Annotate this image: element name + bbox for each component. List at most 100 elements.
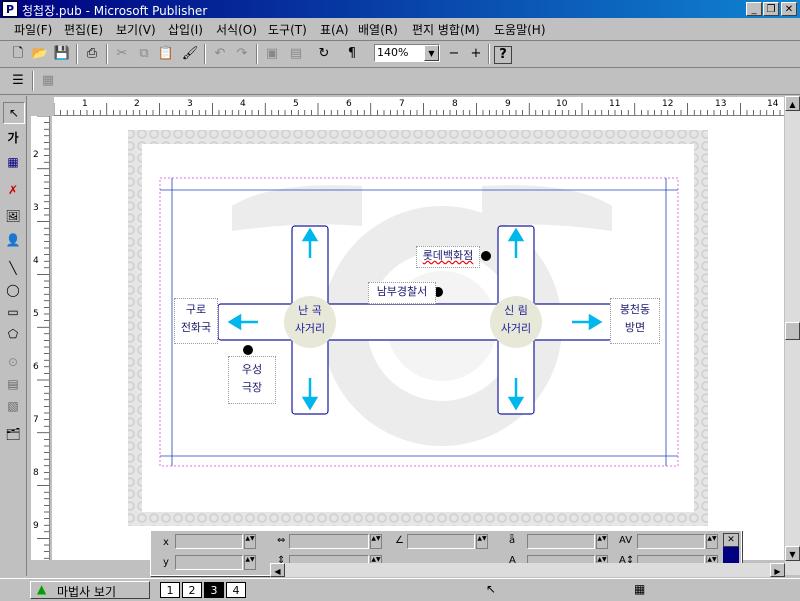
menu-format[interactable]: 서식(O)	[216, 21, 257, 38]
rotate-icon[interactable]: ↻	[314, 44, 334, 64]
cut-icon[interactable]: ✂	[112, 44, 132, 64]
open-icon[interactable]: 📂	[30, 44, 50, 64]
pilcrow-icon[interactable]: ¶	[342, 44, 362, 64]
ruler-corner	[31, 97, 53, 115]
design-gallery-icon[interactable]: ▧	[3, 396, 23, 416]
ruler-label: 2	[134, 99, 140, 109]
label-box[interactable]: 우성 극장	[228, 356, 276, 404]
vertical-ruler[interactable]: 2 3 4 5 6 7 8 9	[31, 116, 50, 560]
rotation-field[interactable]	[407, 534, 475, 549]
page-button-1[interactable]: 1	[160, 582, 180, 598]
label-box[interactable]: 봉천동 방면	[610, 298, 660, 344]
horizontal-scrollbar[interactable]: ◀ ▶	[270, 563, 785, 577]
restore-button[interactable]: ❐	[763, 2, 779, 16]
menu-mail-merge[interactable]: 편지 병합(M)	[412, 21, 480, 38]
police-label: 남부경찰서	[376, 285, 428, 298]
width-field[interactable]	[289, 534, 369, 549]
html-code-icon[interactable]: ▤	[3, 374, 23, 394]
toolbar-separator	[488, 44, 490, 64]
print-icon[interactable]: ⎙	[82, 44, 102, 64]
toolbar-separator	[76, 44, 78, 64]
ruler-label: 3	[187, 99, 193, 109]
width-spinner[interactable]: ▲▼	[370, 534, 382, 549]
pointer-icon[interactable]: ↖	[3, 102, 25, 124]
kerning-spinner[interactable]: ▲▼	[706, 534, 718, 549]
line-tool-icon[interactable]: ╲	[3, 258, 23, 278]
font-size-icon: ǟ	[509, 535, 516, 546]
scroll-down-button[interactable]: ▼	[785, 546, 800, 561]
form-control-icon[interactable]: ⊙	[3, 352, 23, 372]
menu-tools[interactable]: 도구(T)	[268, 21, 307, 38]
undo-icon[interactable]: ↶	[210, 44, 230, 64]
rectangle-tool-icon[interactable]: ▭	[3, 302, 23, 322]
zoom-out-icon[interactable]: −	[444, 44, 464, 64]
new-icon[interactable]: 🗋	[8, 44, 28, 64]
theater-label-2: 극장	[241, 381, 263, 394]
text-frame-icon[interactable]: 가	[3, 128, 23, 148]
wordart-icon[interactable]: ✗	[3, 180, 23, 200]
toolbar-separator	[256, 44, 258, 64]
ruler-label: 4	[33, 256, 39, 266]
properties-icon[interactable]: ▦	[38, 71, 58, 91]
label-box[interactable]: 롯데백화점	[416, 246, 480, 268]
menu-help[interactable]: 도움말(H)	[494, 21, 546, 38]
picture-frame-icon[interactable]: 🖼	[3, 206, 23, 226]
text-scale-spinner[interactable]: ▲▼	[596, 534, 608, 549]
scroll-right-button[interactable]: ▶	[770, 563, 785, 577]
page-button-3-current[interactable]: 3	[204, 582, 224, 598]
chevron-down-icon[interactable]: ▼	[424, 45, 439, 61]
window-title: 청첩장.pub - Microsoft Publisher	[22, 4, 208, 18]
custom-shape-icon[interactable]: ⬠	[3, 324, 23, 344]
width-icon: ⇔	[277, 535, 286, 546]
y-label: y	[163, 557, 169, 568]
clipart-icon[interactable]: 👤	[3, 230, 23, 250]
document-workspace[interactable]: 구로 전화국 봉천동 방면 난 곡 사거리 신 림 사거리 롯데백화점 남부경찰…	[52, 116, 784, 560]
theater-marker	[243, 345, 253, 355]
x-position-field[interactable]	[175, 534, 243, 549]
page-button-4[interactable]: 4	[226, 582, 246, 598]
design-objects-icon[interactable]: 🗂	[3, 424, 23, 444]
horizontal-ruler[interactable]: 1 2 3 4 5 6 7 8 9 10 11 12 13 14	[54, 97, 784, 116]
y-spinner[interactable]: ▲▼	[244, 555, 256, 570]
ruler-label: 12	[662, 99, 674, 109]
align-icon[interactable]: ☰	[8, 71, 28, 91]
close-button[interactable]: ✕	[781, 2, 797, 16]
object-size-icon: ▦	[634, 582, 646, 596]
text-scale-field[interactable]	[527, 534, 595, 549]
ruler-label: 13	[715, 99, 727, 109]
ruler-label: 8	[452, 99, 458, 109]
menu-view[interactable]: 보기(V)	[116, 21, 156, 38]
oval-tool-icon[interactable]: ◯	[3, 280, 23, 300]
wizard-toggle-button[interactable]: ▲ 마법사 보기	[30, 581, 150, 599]
label-box[interactable]: 구로 전화국	[174, 298, 218, 344]
publisher-app-icon[interactable]: P	[2, 1, 18, 17]
menu-table[interactable]: 표(A)	[320, 21, 349, 38]
copy-icon[interactable]: ⧉	[134, 44, 154, 64]
menu-insert[interactable]: 삽입(I)	[168, 21, 203, 38]
minimize-button[interactable]: _	[746, 2, 762, 16]
menu-arrange[interactable]: 배열(R)	[358, 21, 398, 38]
paste-icon[interactable]: 📋	[156, 44, 176, 64]
rotation-spinner[interactable]: ▲▼	[476, 534, 488, 549]
menu-edit[interactable]: 편집(E)	[64, 21, 103, 38]
send-back-icon[interactable]: ▤	[286, 44, 306, 64]
x-spinner[interactable]: ▲▼	[244, 534, 256, 549]
close-icon[interactable]: ✕	[723, 533, 739, 547]
format-painter-icon[interactable]: 🖌	[180, 44, 200, 64]
bring-front-icon[interactable]: ▣	[262, 44, 282, 64]
scroll-up-button[interactable]: ▲	[785, 96, 800, 111]
kerning-field[interactable]	[637, 534, 705, 549]
y-position-field[interactable]	[175, 555, 243, 570]
menu-file[interactable]: 파일(F)	[14, 21, 52, 38]
redo-icon[interactable]: ↷	[232, 44, 252, 64]
label-box[interactable]: 남부경찰서	[368, 282, 436, 304]
scroll-left-button[interactable]: ◀	[270, 563, 285, 577]
help-icon[interactable]: ?	[494, 46, 512, 64]
ruler-label: 8	[33, 468, 39, 478]
save-icon[interactable]: 💾	[52, 44, 72, 64]
page-button-2[interactable]: 2	[182, 582, 202, 598]
vertical-scrollbar[interactable]: ▲ ▼	[785, 96, 800, 575]
scroll-thumb[interactable]	[785, 322, 800, 340]
table-frame-icon[interactable]: ▦	[3, 152, 23, 172]
zoom-in-icon[interactable]: +	[466, 44, 486, 64]
